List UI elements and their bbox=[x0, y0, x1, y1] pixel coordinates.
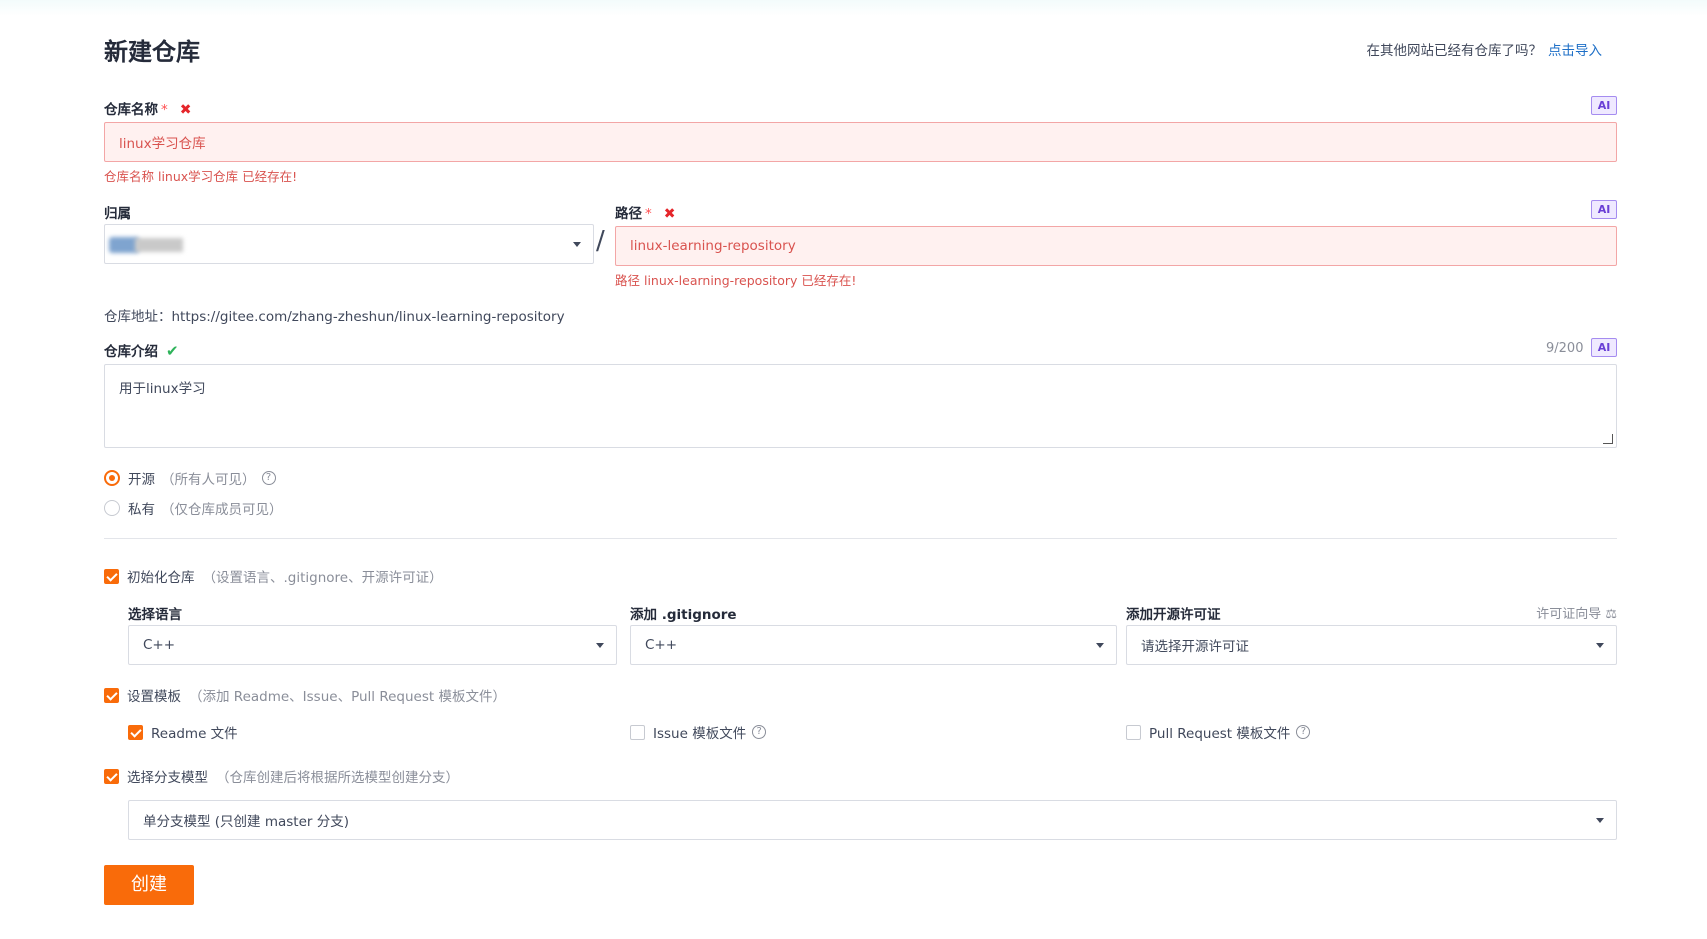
init-repo-checkbox[interactable] bbox=[104, 568, 119, 584]
public-hint: （所有人可见） bbox=[161, 472, 256, 488]
language-value: C++ bbox=[143, 637, 176, 653]
path-ai-button[interactable]: AI bbox=[1591, 200, 1617, 219]
template-checkbox[interactable] bbox=[104, 687, 119, 703]
question-circle-icon[interactable]: ? bbox=[1296, 725, 1311, 739]
close-icon: ✖ bbox=[179, 102, 192, 118]
import-link[interactable]: 点击导入 bbox=[1548, 43, 1602, 59]
readme-checkbox[interactable] bbox=[128, 724, 143, 740]
template-hint: （添加 Readme、Issue、Pull Request 模板文件） bbox=[189, 689, 506, 705]
page-title: 新建仓库 bbox=[104, 38, 200, 66]
section-divider bbox=[104, 538, 1617, 539]
description-label-text: 仓库介绍 bbox=[104, 344, 158, 360]
repo-name-ai-button[interactable]: AI bbox=[1591, 96, 1617, 115]
check-icon: ✔ bbox=[166, 342, 179, 360]
private-hint: （仅仓库成员可见） bbox=[161, 502, 283, 518]
description-ai-button[interactable]: AI bbox=[1591, 338, 1617, 357]
path-separator: / bbox=[596, 226, 605, 256]
import-prompt: 在其他网站已经有仓库了吗？ 点击导入 bbox=[1367, 39, 1603, 59]
path-label-text: 路径 bbox=[615, 206, 642, 222]
gitignore-label: 添加 .gitignore bbox=[630, 607, 737, 623]
license-value: 请选择开源许可证 bbox=[1141, 639, 1249, 655]
description-value: 用于linux学习 bbox=[119, 381, 206, 397]
readme-option[interactable]: Readme 文件 bbox=[128, 722, 238, 742]
pr-template-option[interactable]: Pull Request 模板文件 ? bbox=[1126, 722, 1311, 742]
branch-model-checkbox[interactable] bbox=[104, 768, 119, 784]
license-select[interactable]: 请选择开源许可证 bbox=[1126, 625, 1617, 665]
description-textarea[interactable]: 用于linux学习 bbox=[104, 364, 1617, 448]
private-label: 私有 bbox=[128, 502, 155, 518]
init-repo-label: 初始化仓库 bbox=[127, 570, 195, 586]
repo-name-input[interactable]: linux学习仓库 bbox=[104, 122, 1617, 162]
path-value: linux-learning-repository bbox=[630, 238, 796, 254]
language-select[interactable]: C++ bbox=[128, 625, 617, 665]
branch-model-hint: （仓库创建后将根据所选模型创建分支） bbox=[216, 770, 459, 786]
pr-template-checkbox[interactable] bbox=[1126, 724, 1141, 740]
gitignore-value: C++ bbox=[645, 637, 678, 653]
init-repo-option[interactable]: 初始化仓库 （设置语言、.gitignore、开源许可证） bbox=[104, 566, 443, 586]
repo-name-value: linux学习仓库 bbox=[119, 136, 206, 152]
repo-name-label: 仓库名称 * ✖ bbox=[104, 98, 191, 118]
create-button[interactable]: 创建 bbox=[104, 865, 194, 905]
visibility-private-option[interactable]: 私有 （仅仓库成员可见） bbox=[104, 498, 283, 518]
repo-url: 仓库地址：https://gitee.com/zhang-zheshun/lin… bbox=[104, 309, 565, 325]
license-guide-link[interactable]: 许可证向导 ⚖ bbox=[1536, 603, 1617, 622]
caret-down-icon bbox=[573, 242, 581, 247]
issue-template-label: Issue 模板文件 bbox=[653, 726, 747, 742]
owner-select[interactable] bbox=[104, 224, 594, 264]
pr-template-label: Pull Request 模板文件 bbox=[1149, 726, 1291, 742]
owner-label: 归属 bbox=[104, 206, 131, 222]
language-label: 选择语言 bbox=[128, 607, 182, 623]
question-circle-icon[interactable]: ? bbox=[261, 471, 276, 485]
resize-handle-icon[interactable] bbox=[1603, 434, 1613, 444]
branch-model-label: 选择分支模型 bbox=[127, 770, 208, 786]
path-input[interactable]: linux-learning-repository bbox=[615, 226, 1617, 266]
init-repo-hint: （设置语言、.gitignore、开源许可证） bbox=[202, 570, 443, 586]
repo-name-error: 仓库名称 linux学习仓库 已经存在! bbox=[104, 169, 298, 184]
repo-name-label-text: 仓库名称 bbox=[104, 102, 158, 118]
readme-label: Readme 文件 bbox=[151, 726, 238, 742]
issue-template-option[interactable]: Issue 模板文件 ? bbox=[630, 722, 767, 742]
top-strip bbox=[0, 0, 1707, 16]
radio-private[interactable] bbox=[104, 500, 120, 516]
description-counter: 9/200 bbox=[1546, 341, 1584, 356]
caret-down-icon bbox=[1096, 643, 1104, 648]
license-label: 添加开源许可证 bbox=[1126, 607, 1221, 623]
path-error: 路径 linux-learning-repository 已经存在! bbox=[615, 273, 857, 288]
branch-model-option[interactable]: 选择分支模型 （仓库创建后将根据所选模型创建分支） bbox=[104, 766, 459, 786]
template-label: 设置模板 bbox=[127, 689, 181, 705]
caret-down-icon bbox=[1596, 818, 1604, 823]
visibility-public-option[interactable]: 开源 （所有人可见） ? bbox=[104, 468, 276, 488]
gitignore-select[interactable]: C++ bbox=[630, 625, 1117, 665]
template-option[interactable]: 设置模板 （添加 Readme、Issue、Pull Request 模板文件） bbox=[104, 685, 506, 705]
branch-model-select[interactable]: 单分支模型 (只创建 master 分支) bbox=[128, 800, 1617, 840]
required-mark: * bbox=[645, 206, 652, 222]
caret-down-icon bbox=[1596, 643, 1604, 648]
import-prompt-text: 在其他网站已经有仓库了吗？ bbox=[1366, 43, 1543, 59]
description-label: 仓库介绍 ✔ bbox=[104, 340, 179, 360]
branch-model-value: 单分支模型 (只创建 master 分支) bbox=[143, 814, 350, 830]
caret-down-icon bbox=[596, 643, 604, 648]
close-icon: ✖ bbox=[663, 206, 676, 222]
public-label: 开源 bbox=[128, 472, 155, 488]
owner-name-redacted bbox=[135, 238, 183, 252]
question-circle-icon[interactable]: ? bbox=[752, 725, 767, 739]
path-label: 路径 * ✖ bbox=[615, 202, 675, 222]
issue-template-checkbox[interactable] bbox=[630, 724, 645, 740]
radio-public[interactable] bbox=[104, 470, 120, 486]
required-mark: * bbox=[161, 102, 168, 118]
